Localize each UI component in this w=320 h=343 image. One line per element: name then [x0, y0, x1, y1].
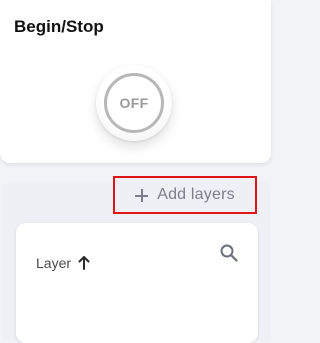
power-card: Begin/Stop OFF — [0, 0, 271, 163]
power-state-label: OFF — [119, 95, 149, 111]
power-toggle-button[interactable]: OFF — [96, 65, 172, 141]
layer-column-header[interactable]: Layer — [36, 255, 90, 271]
power-title: Begin/Stop — [14, 17, 104, 36]
arrow-up-icon — [78, 256, 90, 270]
power-toggle-ring: OFF — [104, 73, 164, 133]
search-icon[interactable] — [219, 243, 239, 263]
layer-column-label: Layer — [36, 255, 72, 271]
layers-table: Layer — [16, 223, 258, 343]
add-layers-button[interactable]: Add layers — [113, 176, 257, 214]
add-layers-label: Add layers — [157, 186, 235, 203]
plus-icon — [135, 188, 149, 202]
